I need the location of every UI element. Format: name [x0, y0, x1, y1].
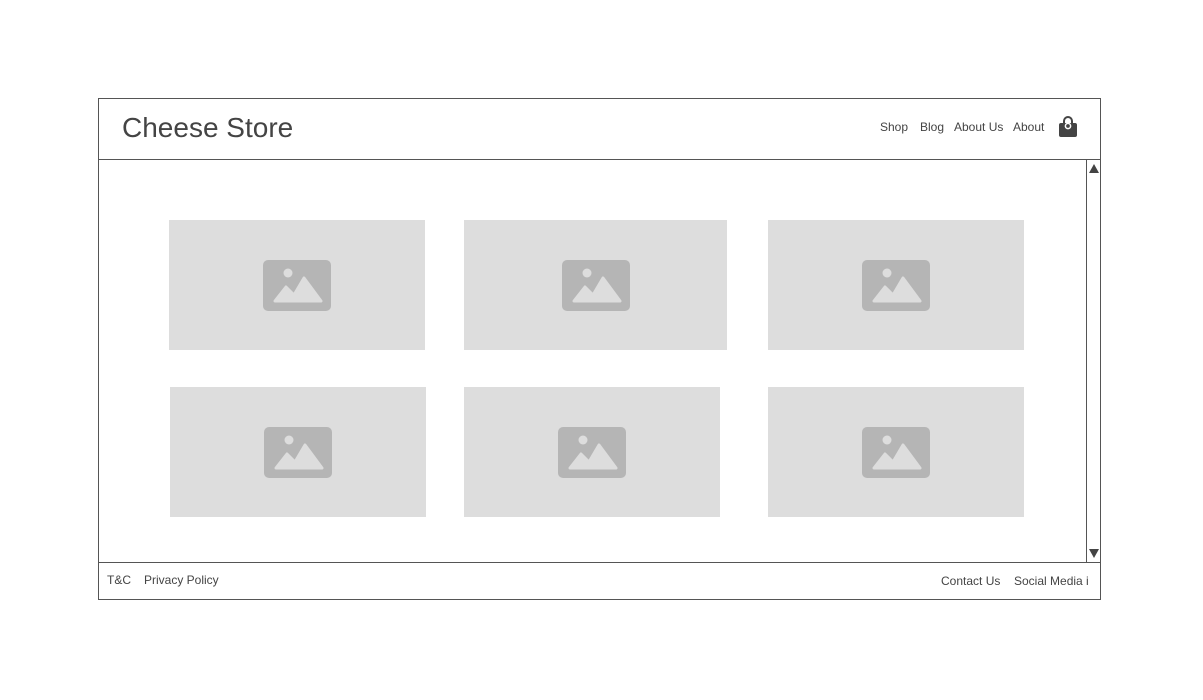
- browser-frame: Cheese Store Shop Blog About Us About T&…: [98, 98, 1101, 600]
- footer-link-privacy-policy[interactable]: Privacy Policy: [144, 573, 219, 587]
- image-placeholder-icon: [263, 259, 331, 311]
- image-placeholder-icon: [862, 426, 930, 478]
- nav-shop[interactable]: Shop: [880, 120, 908, 134]
- triangle-up-icon[interactable]: [1089, 164, 1099, 173]
- vertical-scrollbar[interactable]: [1087, 160, 1100, 562]
- footer-link-terms[interactable]: T&C: [107, 573, 131, 587]
- nav-about[interactable]: About: [1013, 120, 1044, 134]
- image-placeholder-icon: [561, 259, 630, 311]
- product-image-placeholder[interactable]: [464, 220, 727, 350]
- nav-about-us[interactable]: About Us: [954, 120, 1003, 134]
- product-image-placeholder[interactable]: [170, 387, 426, 517]
- product-image-placeholder[interactable]: [768, 387, 1024, 517]
- product-image-placeholder[interactable]: [169, 220, 425, 350]
- image-placeholder-icon: [264, 426, 332, 478]
- shopping-bag-icon[interactable]: [1058, 116, 1078, 138]
- site-title[interactable]: Cheese Store: [122, 112, 293, 144]
- nav-blog[interactable]: Blog: [920, 120, 944, 134]
- triangle-down-icon[interactable]: [1089, 549, 1099, 558]
- product-grid: [99, 160, 1087, 562]
- product-image-placeholder[interactable]: [768, 220, 1024, 350]
- image-placeholder-icon: [862, 259, 930, 311]
- image-placeholder-icon: [558, 426, 626, 478]
- product-image-placeholder[interactable]: [464, 387, 720, 517]
- site-footer: T&C Privacy Policy Contact Us Social Med…: [99, 562, 1100, 600]
- footer-link-social-media[interactable]: Social Media i: [1014, 574, 1089, 588]
- site-header: Cheese Store Shop Blog About Us About: [99, 99, 1100, 160]
- footer-link-contact-us[interactable]: Contact Us: [941, 574, 1000, 588]
